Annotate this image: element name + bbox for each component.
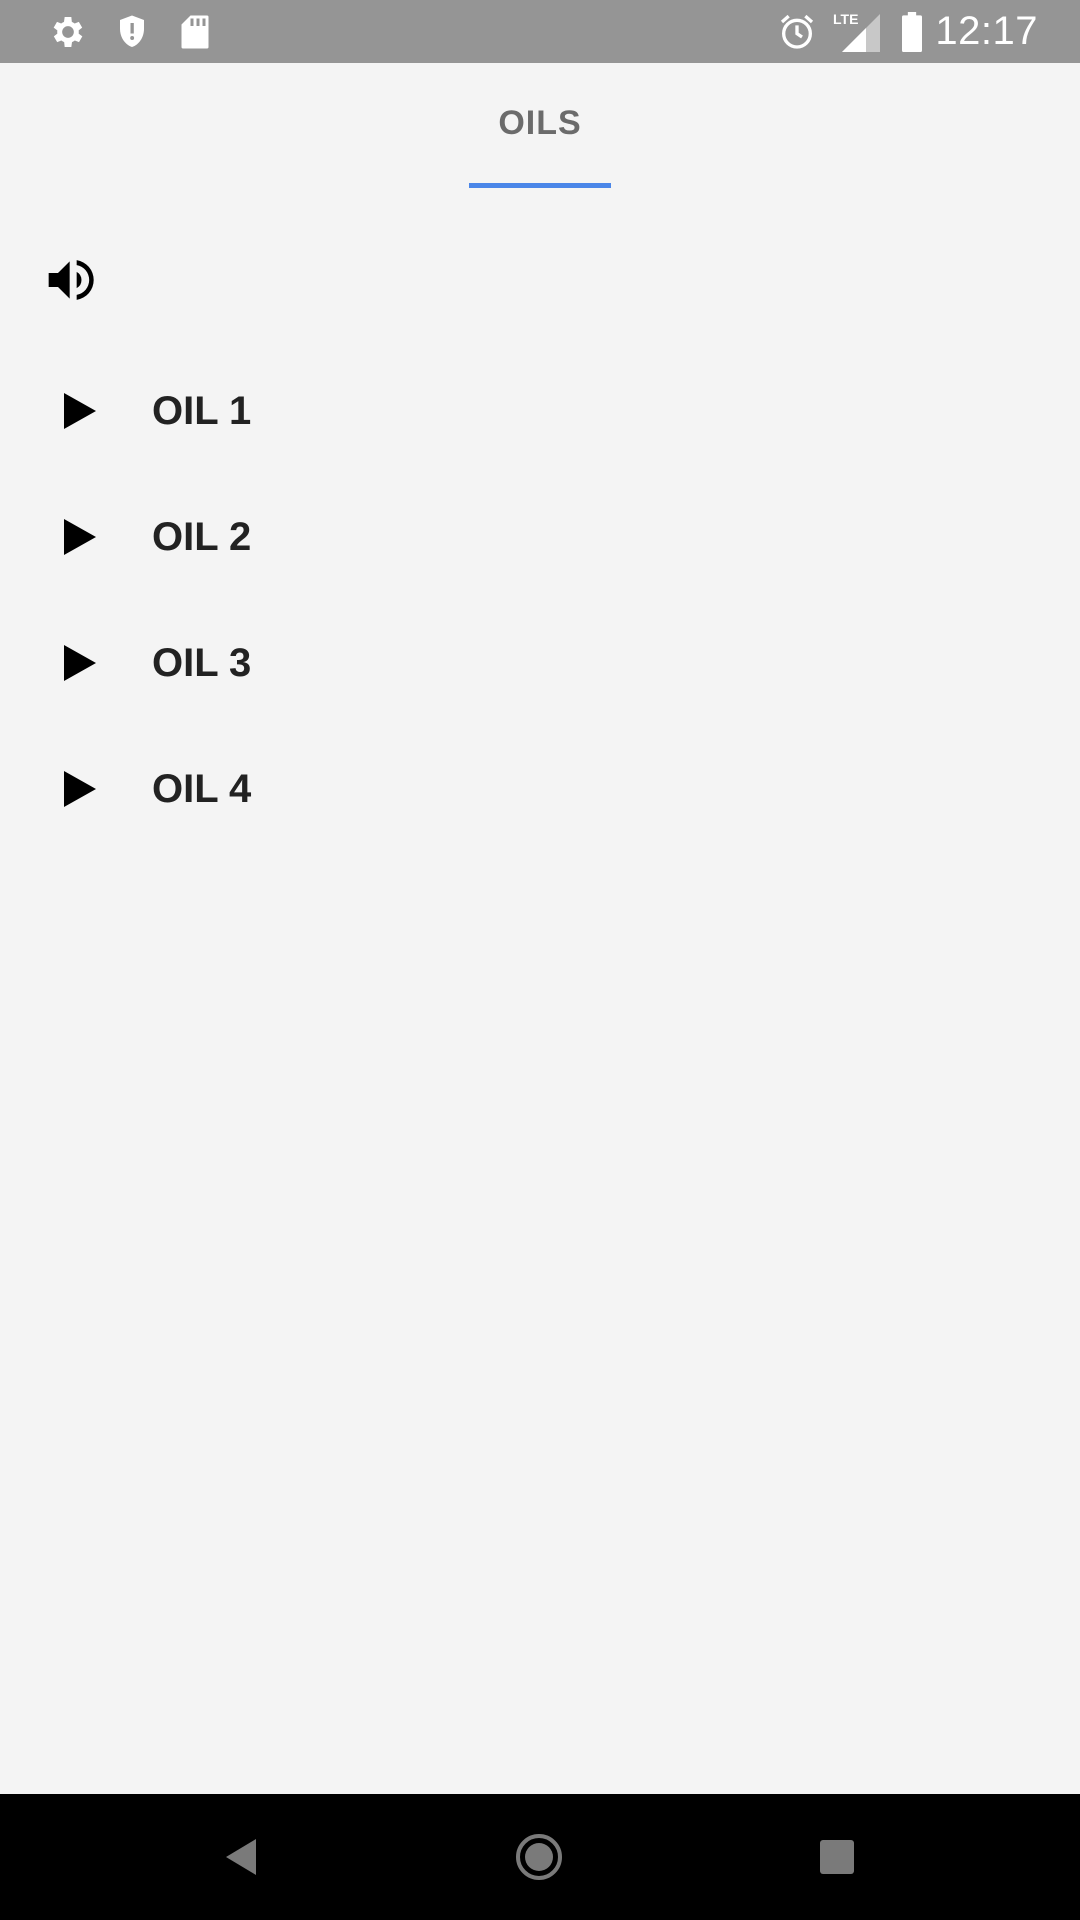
recents-icon[interactable] [807,1827,867,1887]
volume-button[interactable] [44,252,108,316]
play-icon[interactable] [62,517,102,557]
status-bar: LTE 12:17 [0,0,1080,63]
tab-indicator [469,183,611,188]
list-item-oil-3[interactable]: OIL 3 [0,611,1080,715]
back-icon[interactable] [212,1827,272,1887]
sd-card-icon [178,0,212,63]
oil-label: OIL 3 [152,641,252,685]
signal-icon: LTE [832,0,882,63]
play-icon[interactable] [62,391,102,431]
clock: 12:17 [935,9,1038,53]
list-item-oil-1[interactable]: OIL 1 [0,359,1080,463]
list-item-oil-4[interactable]: OIL 4 [0,737,1080,841]
list-item-oil-2[interactable]: OIL 2 [0,485,1080,589]
gear-icon [46,0,90,63]
tab-oils[interactable]: OILS [469,63,611,190]
tab-bar: OILS [0,63,1080,190]
shield-icon [114,0,150,63]
oil-label: OIL 4 [152,767,252,811]
navigation-bar [0,1794,1080,1920]
play-icon[interactable] [62,769,102,809]
battery-icon [898,0,926,63]
network-label: LTE [833,11,858,27]
volume-icon [48,260,94,300]
home-icon[interactable] [509,1827,569,1887]
play-icon[interactable] [62,643,102,683]
oil-label: OIL 2 [152,515,252,559]
alarm-icon [777,0,817,63]
oil-label: OIL 1 [152,389,252,433]
